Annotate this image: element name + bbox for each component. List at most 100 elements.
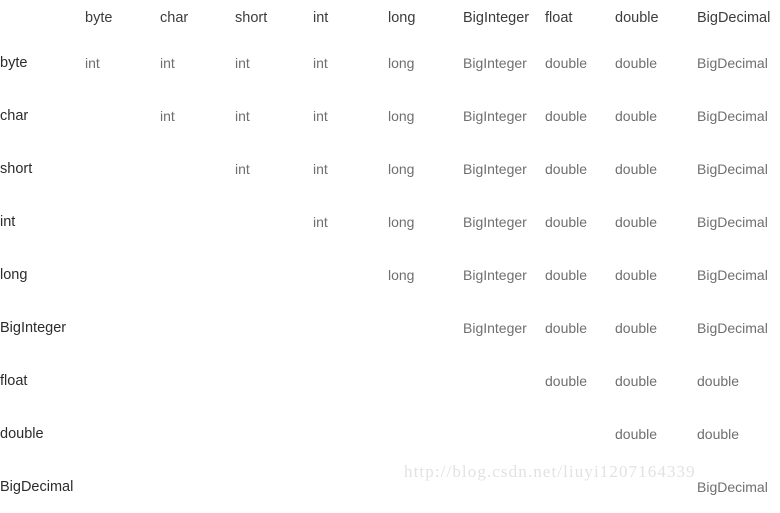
cell-double-float <box>545 407 615 460</box>
cell-short-short: int <box>235 160 250 177</box>
cell-double-double: double <box>615 425 658 442</box>
row-header-char: char <box>0 107 29 124</box>
row-header-short: short <box>0 160 33 177</box>
cell-bigdecimal-int <box>313 460 388 513</box>
cell-char-double: double <box>615 107 658 124</box>
cell-char-char: int <box>160 107 175 124</box>
cell-short-float: double <box>545 160 588 177</box>
cell-int-biginteger: BigInteger <box>463 213 527 230</box>
cell-float-byte <box>85 354 160 407</box>
column-header-short: short <box>235 10 268 26</box>
table-row: BigInteger BigInteger double double BigD… <box>0 301 780 354</box>
table-row: int int long BigInteger double double Bi… <box>0 195 780 248</box>
row-header-biginteger: BigInteger <box>0 319 67 336</box>
cell-float-int <box>313 354 388 407</box>
cell-int-short <box>235 195 313 248</box>
cell-biginteger-double: double <box>615 319 658 336</box>
cell-double-short <box>235 407 313 460</box>
cell-char-byte <box>85 89 160 142</box>
row-header-float: float <box>0 372 28 389</box>
cell-char-float: double <box>545 107 588 124</box>
cell-byte-short: int <box>235 54 250 71</box>
column-header-byte: byte <box>85 10 113 26</box>
cell-byte-float: double <box>545 54 588 71</box>
cell-biginteger-bigdecimal: BigDecimal <box>697 319 768 336</box>
cell-double-long <box>388 407 463 460</box>
cell-byte-double: double <box>615 54 658 71</box>
row-header-int: int <box>0 213 16 230</box>
cell-long-short <box>235 248 313 301</box>
cell-long-biginteger: BigInteger <box>463 266 527 283</box>
cell-double-char <box>160 407 235 460</box>
column-header-double: double <box>615 10 659 26</box>
cell-float-char <box>160 354 235 407</box>
cell-biginteger-float: double <box>545 319 588 336</box>
table-row: byte int int int int long BigInteger dou… <box>0 36 780 89</box>
cell-int-float: double <box>545 213 588 230</box>
cell-double-int <box>313 407 388 460</box>
row-header-double: double <box>0 425 44 442</box>
table-row: long long BigInteger double double BigDe… <box>0 248 780 301</box>
cell-bigdecimal-float <box>545 460 615 513</box>
cell-bigdecimal-long <box>388 460 463 513</box>
table-header: byte char short int long BigInteger floa… <box>0 0 780 36</box>
cell-double-bigdecimal: double <box>697 425 740 442</box>
cell-short-char <box>160 142 235 195</box>
row-header-bigdecimal: BigDecimal <box>0 478 74 495</box>
cell-short-long: long <box>388 160 415 177</box>
cell-byte-byte: int <box>85 54 100 71</box>
cell-int-double: double <box>615 213 658 230</box>
cell-long-long: long <box>388 266 415 283</box>
cell-char-biginteger: BigInteger <box>463 107 527 124</box>
cell-float-long <box>388 354 463 407</box>
cell-short-double: double <box>615 160 658 177</box>
cell-float-float: double <box>545 372 588 389</box>
type-promotion-table: byte char short int long BigInteger floa… <box>0 0 780 513</box>
cell-byte-long: long <box>388 54 415 71</box>
cell-biginteger-byte <box>85 301 160 354</box>
table-row: char int int int long BigInteger double … <box>0 89 780 142</box>
cell-short-int: int <box>313 160 328 177</box>
cell-float-double: double <box>615 372 658 389</box>
cell-bigdecimal-double <box>615 460 697 513</box>
cell-bigdecimal-bigdecimal: BigDecimal <box>697 478 768 495</box>
column-header-long: long <box>388 10 416 26</box>
cell-long-double: double <box>615 266 658 283</box>
cell-char-short: int <box>235 107 250 124</box>
cell-short-byte <box>85 142 160 195</box>
row-header-byte: byte <box>0 54 28 71</box>
column-header-float: float <box>545 10 573 26</box>
cell-byte-int: int <box>313 54 328 71</box>
cell-biginteger-biginteger: BigInteger <box>463 319 527 336</box>
table-corner-cell <box>0 0 85 36</box>
cell-int-long: long <box>388 213 415 230</box>
table-row: double double double <box>0 407 780 460</box>
cell-long-byte <box>85 248 160 301</box>
cell-bigdecimal-short <box>235 460 313 513</box>
table-row: BigDecimal BigDecimal <box>0 460 780 513</box>
cell-byte-char: int <box>160 54 175 71</box>
cell-bigdecimal-byte <box>85 460 160 513</box>
cell-long-bigdecimal: BigDecimal <box>697 266 768 283</box>
cell-long-float: double <box>545 266 588 283</box>
cell-long-int <box>313 248 388 301</box>
cell-biginteger-int <box>313 301 388 354</box>
cell-float-biginteger <box>463 354 545 407</box>
table-body: byte int int int int long BigInteger dou… <box>0 36 780 513</box>
header-row: byte char short int long BigInteger floa… <box>0 0 780 36</box>
cell-float-bigdecimal: double <box>697 372 740 389</box>
cell-int-int: int <box>313 213 328 230</box>
column-header-bigdecimal: BigDecimal <box>697 10 771 26</box>
cell-int-char <box>160 195 235 248</box>
cell-float-short <box>235 354 313 407</box>
cell-double-byte <box>85 407 160 460</box>
cell-short-biginteger: BigInteger <box>463 160 527 177</box>
cell-short-bigdecimal: BigDecimal <box>697 160 768 177</box>
cell-byte-bigdecimal: BigDecimal <box>697 54 768 71</box>
cell-bigdecimal-biginteger <box>463 460 545 513</box>
cell-int-byte <box>85 195 160 248</box>
column-header-char: char <box>160 10 189 26</box>
cell-biginteger-short <box>235 301 313 354</box>
row-header-long: long <box>0 266 28 283</box>
cell-char-int: int <box>313 107 328 124</box>
